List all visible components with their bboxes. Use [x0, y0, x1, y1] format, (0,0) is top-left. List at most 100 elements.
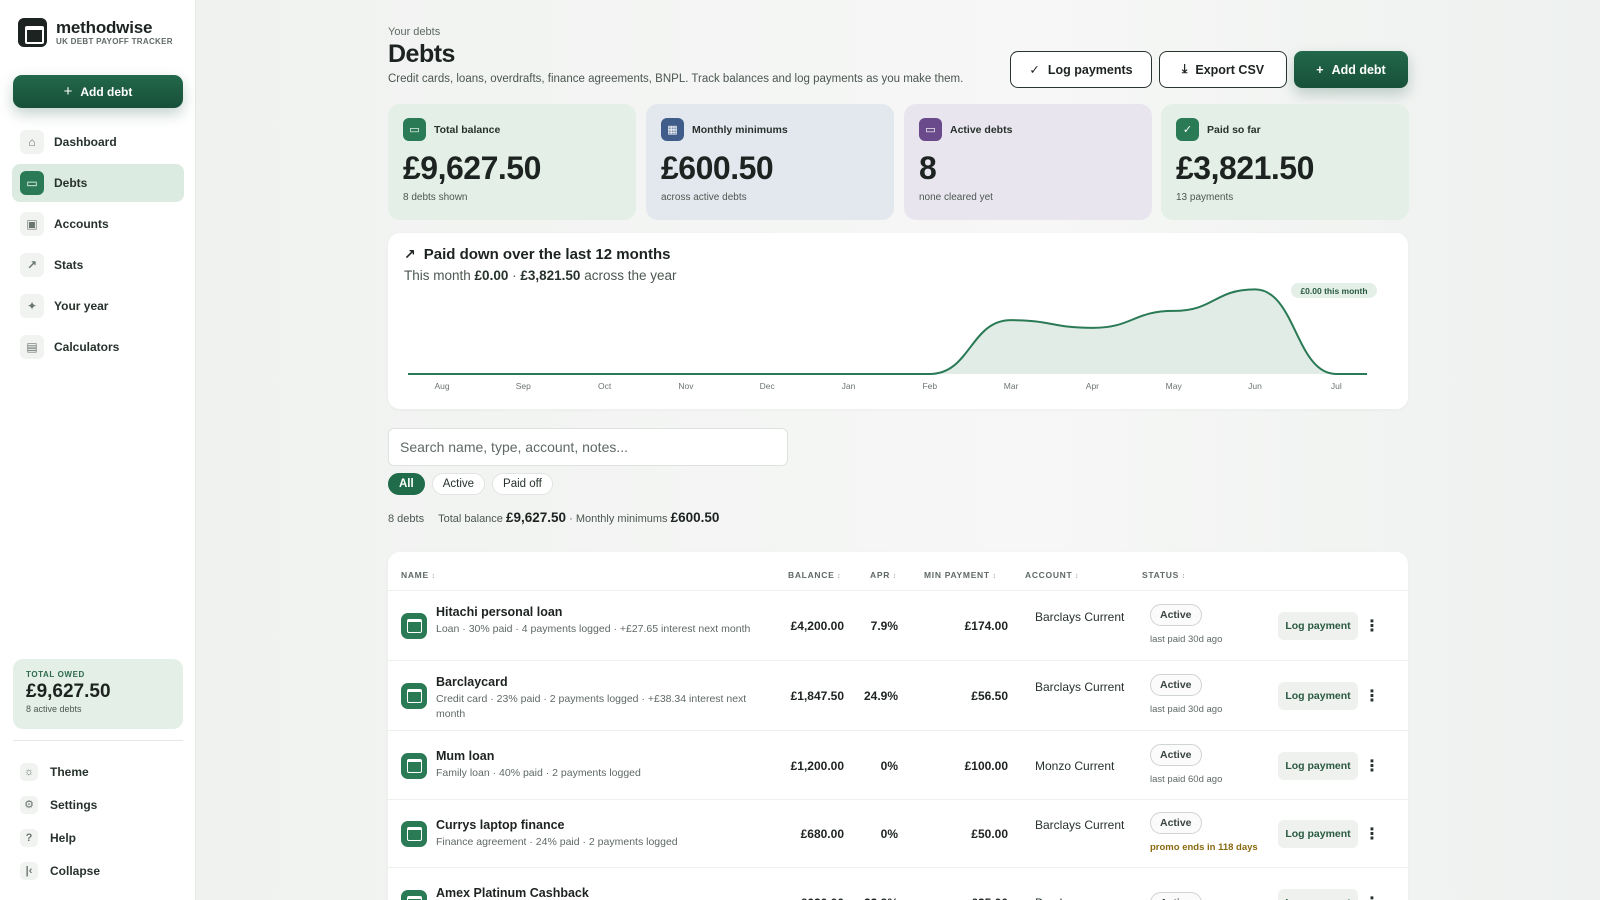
- export-csv-label: Export CSV: [1195, 62, 1265, 77]
- debt-account: Barclays Current: [1035, 680, 1125, 694]
- log-payment-button[interactable]: Log payment: [1278, 682, 1358, 710]
- column-header-apr[interactable]: APR: [870, 570, 897, 580]
- filter-chip-active[interactable]: Active: [431, 473, 486, 495]
- log-payments-button[interactable]: ✓ Log payments: [1010, 51, 1152, 88]
- chart-sub-year: £3,821.50: [520, 268, 581, 283]
- sidebar-item-label: Dashboard: [54, 135, 117, 149]
- debt-meta: Family loan · 40% paid · 2 payments logg…: [436, 767, 641, 779]
- x-tick-label: Jun: [1248, 381, 1262, 391]
- stat-card-active-debts: ▭ Active debts 8 none cleared yet: [904, 104, 1152, 220]
- stat-label: Paid so far: [1207, 123, 1261, 136]
- log-payment-button[interactable]: Log payment: [1278, 612, 1358, 640]
- column-header-account[interactable]: ACCOUNT: [1025, 570, 1079, 580]
- sidebar-item-label: Accounts: [54, 217, 109, 231]
- sidebar-add-debt-button[interactable]: + Add debt: [13, 75, 183, 108]
- table-row[interactable]: Hitachi personal loan Loan · 30% paid · 4…: [388, 591, 1408, 661]
- sidebar-item-settings[interactable]: ⚙ Settings: [20, 788, 180, 821]
- debt-name[interactable]: Mum loan: [436, 749, 494, 763]
- total-owed-value: £9,627.50: [26, 681, 111, 702]
- log-payment-button[interactable]: Log payment: [1278, 751, 1358, 780]
- card-icon: [401, 683, 427, 709]
- page-title: Debts: [388, 40, 455, 68]
- column-header-balance[interactable]: BALANCE: [788, 570, 841, 580]
- debt-balance: £680.00: [800, 827, 844, 841]
- card-icon: [401, 752, 427, 779]
- sidebar-item-dashboard[interactable]: ⌂ Dashboard: [12, 123, 184, 161]
- debt-meta: Credit card · 23% paid · 2 payments logg…: [436, 693, 747, 720]
- sidebar: methodwise UK DEBT PAYOFF TRACKER + Add …: [0, 0, 196, 900]
- debt-meta: Loan · 30% paid · 4 payments logged · +£…: [436, 623, 751, 635]
- chart-sub-month: £0.00: [474, 268, 509, 283]
- summary-minimums-label: · Monthly minimums: [569, 513, 668, 525]
- stat-sub: across active debts: [661, 192, 747, 203]
- status-note: promo ends in 118 days: [1150, 842, 1258, 853]
- sidebar-bottom: ☼ Theme ⚙ Settings ? Help |‹ Collapse: [20, 755, 180, 887]
- x-tick-label: May: [1166, 381, 1183, 391]
- debt-name[interactable]: Barclaycard: [436, 675, 508, 689]
- sidebar-item-accounts[interactable]: ▣ Accounts: [12, 205, 184, 243]
- x-tick-label: Dec: [760, 381, 776, 391]
- table-row[interactable]: Mum loan Family loan · 40% paid · 2 payme…: [388, 731, 1408, 800]
- sidebar-item-label: Your year: [54, 299, 109, 313]
- card-icon: ▭: [20, 171, 44, 195]
- column-header-name[interactable]: NAME: [401, 570, 436, 580]
- sidebar-item-collapse[interactable]: |‹ Collapse: [20, 854, 180, 887]
- summary-balance: £9,627.50: [505, 510, 567, 525]
- debt-min-payment: £56.50: [971, 689, 1008, 703]
- column-header-status[interactable]: STATUS: [1142, 570, 1186, 580]
- debts-table: NAME BALANCE APR MIN PAYMENT ACCOUNT STA…: [388, 552, 1408, 900]
- sidebar-item-theme[interactable]: ☼ Theme: [20, 755, 180, 788]
- chart-this-month-tag: £0.00 this month: [1291, 283, 1377, 298]
- status-badge: Active: [1150, 812, 1202, 834]
- more-options-icon[interactable]: ⋮: [1362, 820, 1382, 848]
- chart-title: ↗ Paid down over the last 12 months: [404, 246, 670, 263]
- log-payments-label: Log payments: [1047, 62, 1133, 77]
- search-input[interactable]: [388, 428, 788, 466]
- status-badge: Active: [1150, 604, 1202, 626]
- wallet-icon: ▣: [20, 212, 44, 236]
- debt-min-payment: £25.00: [928, 896, 1008, 900]
- svg-text:£0.00 this month: £0.00 this month: [1300, 286, 1367, 296]
- sidebar-item-label: Debts: [54, 176, 88, 190]
- sidebar-item-label: Help: [50, 830, 77, 845]
- sidebar-divider: [13, 740, 183, 741]
- chart-sub-sep: ·: [512, 268, 517, 283]
- table-row[interactable]: Barclaycard Credit card · 23% paid · 2 pa…: [388, 661, 1408, 731]
- sidebar-item-help[interactable]: ? Help: [20, 821, 180, 854]
- sidebar-item-stats[interactable]: ↗ Stats: [12, 246, 184, 284]
- table-row[interactable]: Amex Platinum Cashback £620.00 22.9% £25.00…: [388, 868, 1408, 900]
- status-note: last paid 30d ago: [1150, 634, 1223, 645]
- sidebar-item-label: Calculators: [54, 340, 120, 354]
- more-options-icon[interactable]: ⋮: [1362, 612, 1382, 640]
- debt-name[interactable]: Amex Platinum Cashback: [436, 886, 589, 900]
- stat-card-monthly-minimums: ▦ Monthly minimums £600.50 across active …: [646, 104, 894, 220]
- status-badge: Active: [1150, 674, 1202, 696]
- more-options-icon[interactable]: ⋮: [1362, 752, 1382, 780]
- total-owed-sub: 8 active debts: [26, 704, 82, 714]
- filter-chip-paid-off[interactable]: Paid off: [492, 473, 553, 495]
- page-eyebrow: Your debts: [388, 26, 441, 38]
- filter-chip-all[interactable]: All: [388, 473, 425, 495]
- more-options-icon[interactable]: ⋮: [1362, 682, 1382, 710]
- check-icon: ✓: [1176, 118, 1199, 141]
- column-header-min-payment[interactable]: MIN PAYMENT: [924, 570, 997, 580]
- export-csv-button[interactable]: ⤓ Export CSV: [1159, 51, 1287, 88]
- log-payment-button[interactable]: Log payment: [1278, 820, 1358, 848]
- brand[interactable]: methodwise UK DEBT PAYOFF TRACKER: [18, 18, 173, 47]
- sidebar-item-your-year[interactable]: ✦ Your year: [12, 287, 184, 325]
- stat-card-total-balance: ▭ Total balance £9,627.50 8 debts shown: [388, 104, 636, 220]
- debt-name[interactable]: Hitachi personal loan: [436, 605, 562, 619]
- brand-tagline: UK DEBT PAYOFF TRACKER: [56, 37, 173, 46]
- log-payment-button[interactable]: Log payment: [1278, 889, 1358, 900]
- debt-balance: £1,200.00: [790, 758, 844, 773]
- debt-name[interactable]: Currys laptop finance: [436, 818, 565, 832]
- sidebar-item-calculators[interactable]: ▤ Calculators: [12, 328, 184, 366]
- summary-totals: Total balance £9,627.50 · Monthly minimu…: [438, 510, 719, 525]
- table-row[interactable]: Currys laptop finance Finance agreement ·…: [388, 800, 1408, 868]
- sidebar-add-debt-label: Add debt: [80, 84, 133, 99]
- more-options-icon[interactable]: ⋮: [1362, 889, 1382, 900]
- paid-down-chart-card: Aug Sep Oct Nov Dec Jan Feb Mar Apr May Jun Jul £0.0…: [388, 233, 1408, 409]
- add-debt-button[interactable]: + Add debt: [1294, 51, 1408, 88]
- sidebar-item-debts[interactable]: ▭ Debts: [12, 164, 184, 202]
- stat-label: Total balance: [434, 123, 501, 136]
